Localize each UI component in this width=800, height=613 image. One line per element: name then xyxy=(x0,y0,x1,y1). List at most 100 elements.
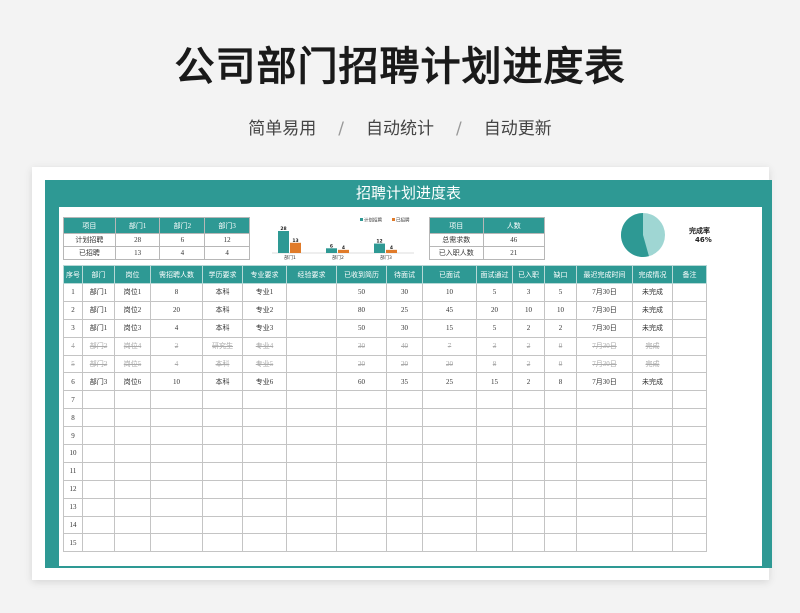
table-cell[interactable] xyxy=(286,497,337,517)
table-cell[interactable]: 5 xyxy=(63,354,83,374)
table-cell[interactable] xyxy=(576,533,633,553)
table-cell[interactable] xyxy=(336,497,387,517)
table-cell[interactable] xyxy=(422,515,477,535)
table-cell[interactable] xyxy=(672,444,707,463)
table-cell[interactable]: 9 xyxy=(63,426,83,446)
table-cell[interactable] xyxy=(422,444,477,463)
table-cell[interactable] xyxy=(386,390,423,410)
table-cell[interactable]: 45 xyxy=(422,300,477,320)
table-cell[interactable]: 15 xyxy=(63,533,83,553)
table-cell[interactable] xyxy=(422,479,477,499)
table-cell[interactable] xyxy=(286,318,337,338)
table-cell[interactable] xyxy=(544,515,577,535)
table-cell[interactable]: 部门1 xyxy=(82,283,115,302)
table-cell[interactable] xyxy=(512,533,545,553)
table-cell[interactable]: 本科 xyxy=(202,300,243,320)
table-cell[interactable] xyxy=(82,461,115,481)
table-cell[interactable] xyxy=(576,461,633,481)
table-cell[interactable] xyxy=(336,533,387,553)
table-cell[interactable] xyxy=(544,426,577,446)
table-cell[interactable]: 30 xyxy=(386,283,423,302)
table-cell[interactable]: 8 xyxy=(150,283,203,302)
table-cell[interactable] xyxy=(82,515,115,535)
table-cell[interactable] xyxy=(242,461,287,481)
table-cell[interactable]: 部门2 xyxy=(82,336,115,356)
table-cell[interactable] xyxy=(114,515,151,535)
table-cell[interactable]: 完成 xyxy=(632,336,673,356)
table-cell[interactable]: 14 xyxy=(63,515,83,535)
table-cell[interactable] xyxy=(422,390,477,410)
table-cell[interactable] xyxy=(82,479,115,499)
table-cell[interactable]: 10 xyxy=(544,300,577,320)
table-cell[interactable] xyxy=(672,497,707,517)
table-cell[interactable]: 专业5 xyxy=(242,354,287,374)
table-cell[interactable] xyxy=(386,408,423,428)
table-cell[interactable] xyxy=(544,533,577,553)
table-cell[interactable] xyxy=(544,444,577,463)
table-cell[interactable] xyxy=(386,426,423,446)
table-cell[interactable]: 25 xyxy=(422,372,477,392)
table-cell[interactable]: 本科 xyxy=(202,354,243,374)
table-cell[interactable] xyxy=(150,426,203,446)
table-cell[interactable] xyxy=(422,461,477,481)
table-cell[interactable] xyxy=(202,426,243,446)
table-cell[interactable] xyxy=(202,479,243,499)
table-cell[interactable] xyxy=(512,515,545,535)
table-cell[interactable]: 10 xyxy=(422,283,477,302)
table-cell[interactable] xyxy=(544,461,577,481)
table-cell[interactable] xyxy=(286,390,337,410)
table-cell[interactable]: 专业6 xyxy=(242,372,287,392)
table-cell[interactable] xyxy=(672,336,707,356)
table-cell[interactable]: 80 xyxy=(336,300,387,320)
table-cell[interactable] xyxy=(202,390,243,410)
table-cell[interactable]: 25 xyxy=(386,300,423,320)
table-cell[interactable] xyxy=(632,390,673,410)
table-cell[interactable] xyxy=(286,336,337,356)
table-cell[interactable] xyxy=(576,408,633,428)
table-cell[interactable] xyxy=(544,390,577,410)
table-cell[interactable] xyxy=(150,479,203,499)
table-cell[interactable]: 30 xyxy=(386,318,423,338)
table-cell[interactable] xyxy=(632,444,673,463)
table-cell[interactable]: 研究生 xyxy=(202,336,243,356)
table-cell[interactable]: 7月30日 xyxy=(576,283,633,302)
table-cell[interactable]: 2 xyxy=(150,336,203,356)
table-cell[interactable]: 5 xyxy=(544,283,577,302)
table-cell[interactable] xyxy=(336,515,387,535)
table-cell[interactable] xyxy=(336,461,387,481)
table-cell[interactable]: 7月30日 xyxy=(576,300,633,320)
table-cell[interactable] xyxy=(672,390,707,410)
table-cell[interactable]: 部门2 xyxy=(82,354,115,374)
table-cell[interactable] xyxy=(476,408,513,428)
table-cell[interactable] xyxy=(476,515,513,535)
table-cell[interactable] xyxy=(576,426,633,446)
table-cell[interactable]: 0 xyxy=(544,336,577,356)
table-cell[interactable]: 4 xyxy=(150,318,203,338)
table-cell[interactable] xyxy=(114,533,151,553)
table-cell[interactable]: 岗位4 xyxy=(114,336,151,356)
table-cell[interactable] xyxy=(286,533,337,553)
table-cell[interactable]: 2 xyxy=(512,354,545,374)
table-cell[interactable] xyxy=(286,461,337,481)
table-cell[interactable] xyxy=(672,515,707,535)
table-cell[interactable] xyxy=(544,479,577,499)
table-cell[interactable]: 20 xyxy=(476,300,513,320)
table-cell[interactable] xyxy=(386,479,423,499)
table-cell[interactable]: 岗位2 xyxy=(114,300,151,320)
table-cell[interactable] xyxy=(82,408,115,428)
table-cell[interactable]: 岗位6 xyxy=(114,372,151,392)
table-cell[interactable] xyxy=(476,426,513,446)
table-cell[interactable]: 3 xyxy=(512,283,545,302)
table-cell[interactable]: 13 xyxy=(63,497,83,517)
table-cell[interactable] xyxy=(286,515,337,535)
table-cell[interactable]: 30 xyxy=(336,336,387,356)
table-cell[interactable] xyxy=(336,444,387,463)
table-cell[interactable] xyxy=(114,426,151,446)
table-cell[interactable] xyxy=(632,479,673,499)
table-cell[interactable]: 部门1 xyxy=(82,300,115,320)
table-cell[interactable] xyxy=(476,479,513,499)
table-cell[interactable]: 岗位5 xyxy=(114,354,151,374)
table-cell[interactable]: 20 xyxy=(422,354,477,374)
table-cell[interactable] xyxy=(286,283,337,302)
table-cell[interactable]: 35 xyxy=(386,372,423,392)
